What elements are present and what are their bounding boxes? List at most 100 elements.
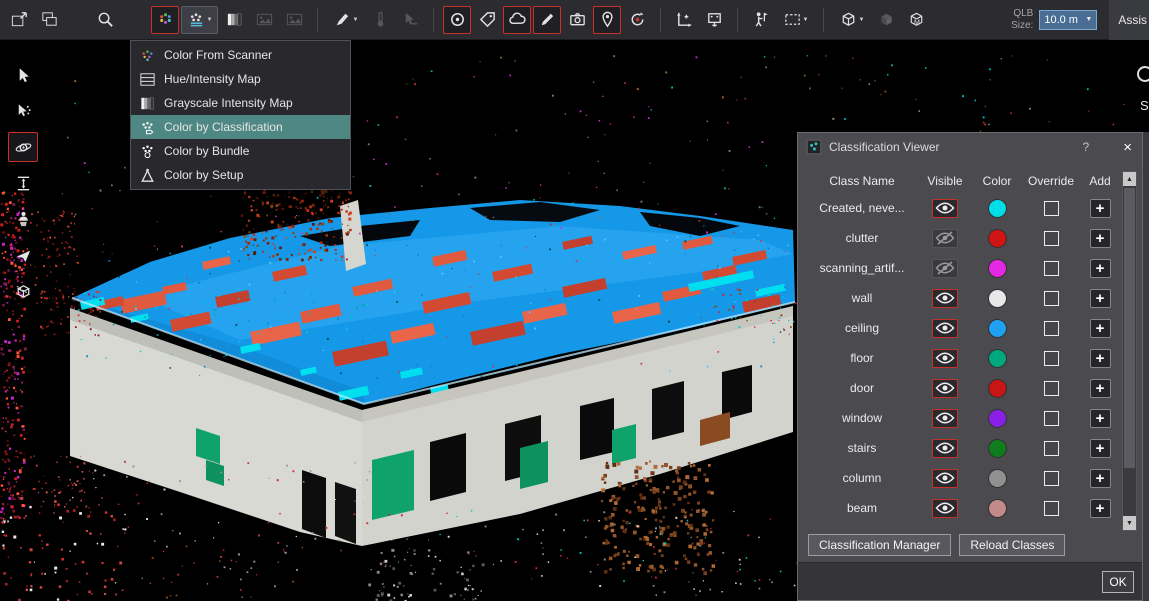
add-class-button[interactable]: + xyxy=(1090,229,1111,248)
axes-button[interactable] xyxy=(670,6,698,34)
override-checkbox[interactable] xyxy=(1044,231,1059,246)
visibility-toggle-eye-off-icon[interactable] xyxy=(932,259,958,278)
class-color-swatch[interactable] xyxy=(989,470,1006,487)
override-checkbox[interactable] xyxy=(1044,321,1059,336)
menu-item-color-from-scanner[interactable]: Color From Scanner xyxy=(131,43,350,67)
section-box-button[interactable] xyxy=(8,276,38,306)
cube-m-button[interactable]: M xyxy=(902,6,930,34)
chevron-down-icon[interactable]: ▼ xyxy=(859,17,865,23)
overlap-windows-button[interactable] xyxy=(35,6,63,34)
dashed-selection-button[interactable]: ▼ xyxy=(777,6,814,34)
camera-button[interactable] xyxy=(563,6,591,34)
visibility-toggle-eye-icon[interactable] xyxy=(932,379,958,398)
class-color-swatch[interactable] xyxy=(989,410,1006,427)
close-button[interactable]: × xyxy=(1123,140,1132,155)
pen-button[interactable] xyxy=(533,6,561,34)
marker-button[interactable]: ▼ xyxy=(327,6,364,34)
visibility-toggle-eye-icon[interactable] xyxy=(932,439,958,458)
override-checkbox[interactable] xyxy=(1044,471,1059,486)
add-class-button[interactable]: + xyxy=(1090,439,1111,458)
station-button[interactable] xyxy=(700,6,728,34)
chevron-down-icon[interactable]: ▼ xyxy=(207,17,213,23)
class-color-swatch[interactable] xyxy=(989,290,1006,307)
cube-solid-button[interactable] xyxy=(872,6,900,34)
chevron-down-icon[interactable]: ▼ xyxy=(803,17,809,23)
orbit-button[interactable] xyxy=(8,132,38,162)
cube-wire-button[interactable]: ▼ xyxy=(833,6,870,34)
menu-item-color-by-classification[interactable]: Color by Classification xyxy=(131,115,350,139)
visibility-toggle-eye-icon[interactable] xyxy=(932,319,958,338)
class-color-swatch[interactable] xyxy=(989,350,1006,367)
target-button[interactable] xyxy=(443,6,471,34)
tag-button[interactable] xyxy=(473,6,501,34)
override-checkbox[interactable] xyxy=(1044,411,1059,426)
location-pin-button[interactable] xyxy=(593,6,621,34)
class-color-swatch[interactable] xyxy=(989,200,1006,217)
open-project-button[interactable] xyxy=(5,6,33,34)
override-checkbox[interactable] xyxy=(1044,351,1059,366)
fly-view-button[interactable] xyxy=(8,240,38,270)
override-checkbox[interactable] xyxy=(1044,291,1059,306)
chevron-down-icon[interactable]: ▼ xyxy=(353,17,359,23)
surveyor-button[interactable] xyxy=(747,6,775,34)
class-color-swatch[interactable] xyxy=(989,440,1006,457)
image-button[interactable] xyxy=(250,6,278,34)
assistant-edge-icon[interactable] xyxy=(1137,66,1149,82)
visibility-toggle-eye-icon[interactable] xyxy=(932,289,958,308)
point-cloud-button[interactable] xyxy=(503,6,531,34)
grayscale-map-button[interactable] xyxy=(220,6,248,34)
color-mode-button[interactable]: ▼ xyxy=(181,6,218,34)
menu-item-color-by-bundle[interactable]: Color by Bundle xyxy=(131,139,350,163)
panel-titlebar[interactable]: Classification Viewer ? × xyxy=(798,133,1142,161)
pick-cursor-button[interactable] xyxy=(396,6,424,34)
add-class-button[interactable]: + xyxy=(1090,349,1111,368)
assistant-panel-tab[interactable]: Assis xyxy=(1109,0,1149,40)
visibility-toggle-eye-icon[interactable] xyxy=(932,199,958,218)
select-arrow-button[interactable] xyxy=(8,60,38,90)
ok-button[interactable]: OK xyxy=(1102,571,1134,593)
visibility-toggle-eye-icon[interactable] xyxy=(932,499,958,518)
menu-item-color-by-setup[interactable]: Color by Setup xyxy=(131,163,350,187)
image-button[interactable] xyxy=(280,6,308,34)
scroll-thumb[interactable] xyxy=(1124,188,1135,468)
add-class-button[interactable]: + xyxy=(1090,259,1111,278)
visibility-toggle-eye-icon[interactable] xyxy=(932,469,958,488)
menu-item-hue-intensity-map[interactable]: Hue/Intensity Map xyxy=(131,67,350,91)
scroll-up-button[interactable]: ▲ xyxy=(1123,172,1136,186)
add-class-button[interactable]: + xyxy=(1090,289,1111,308)
thermometer-button[interactable] xyxy=(366,6,394,34)
class-color-swatch[interactable] xyxy=(989,320,1006,337)
cell-add: + xyxy=(1080,259,1120,278)
zoom-button[interactable] xyxy=(91,6,119,34)
class-color-swatch[interactable] xyxy=(989,260,1006,277)
add-class-button[interactable]: + xyxy=(1090,409,1111,428)
qlb-size-combo[interactable]: 10.0 m ▼ xyxy=(1039,10,1097,30)
override-checkbox[interactable] xyxy=(1044,501,1059,516)
override-checkbox[interactable] xyxy=(1044,441,1059,456)
color-from-scanner-button[interactable] xyxy=(151,6,179,34)
scroll-down-button[interactable]: ▼ xyxy=(1123,516,1136,530)
class-color-swatch[interactable] xyxy=(989,230,1006,247)
add-class-button[interactable]: + xyxy=(1090,379,1111,398)
help-button[interactable]: ? xyxy=(1083,140,1090,154)
classification-manager-button[interactable]: Classification Manager xyxy=(808,534,951,556)
visibility-toggle-eye-off-icon[interactable] xyxy=(932,229,958,248)
level-view-button[interactable] xyxy=(8,168,38,198)
add-class-button[interactable]: + xyxy=(1090,499,1111,518)
class-color-swatch[interactable] xyxy=(989,380,1006,397)
scrollbar[interactable]: ▲ ▼ xyxy=(1122,171,1137,531)
add-class-button[interactable]: + xyxy=(1090,319,1111,338)
visibility-toggle-eye-icon[interactable] xyxy=(932,349,958,368)
add-class-button[interactable]: + xyxy=(1090,469,1111,488)
override-checkbox[interactable] xyxy=(1044,201,1059,216)
menu-item-grayscale-intensity-map[interactable]: Grayscale Intensity Map xyxy=(131,91,350,115)
reload-classes-button[interactable]: Reload Classes xyxy=(959,534,1065,556)
override-checkbox[interactable] xyxy=(1044,261,1059,276)
orbit-swirl-button[interactable] xyxy=(623,6,651,34)
select-points-button[interactable] xyxy=(8,96,38,126)
visibility-toggle-eye-icon[interactable] xyxy=(932,409,958,428)
override-checkbox[interactable] xyxy=(1044,381,1059,396)
walk-view-button[interactable] xyxy=(8,204,38,234)
add-class-button[interactable]: + xyxy=(1090,199,1111,218)
class-color-swatch[interactable] xyxy=(989,500,1006,517)
